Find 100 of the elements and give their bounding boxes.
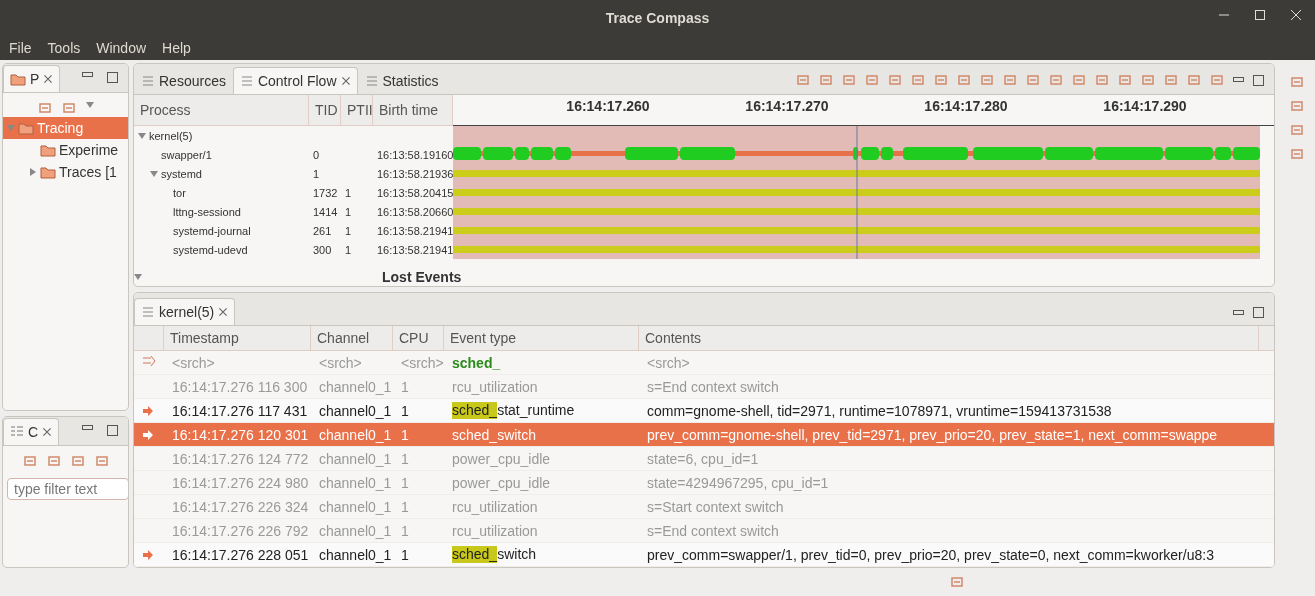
- column-header[interactable]: Contents: [639, 326, 1259, 350]
- menu-item[interactable]: Help: [162, 39, 191, 56]
- birth-time-cell-text: 16:13:58.20415: [376, 186, 453, 199]
- table-cell-text: channel0_1: [318, 522, 393, 539]
- process-name: systemd: [134, 167, 309, 180]
- process-name: systemd-udevd: [172, 243, 249, 256]
- folder-icon: [10, 72, 26, 86]
- table-cell-text: 16:14:17.276 224 980: [171, 474, 310, 491]
- table-cell-text: comm=gnome-shell, tid=2971, runtime=1078971, vruntime=159413731538: [646, 402, 1113, 419]
- ptid-cell-text: 1: [344, 205, 353, 218]
- ptid-cell-text: 1: [344, 224, 353, 237]
- minimize-icon[interactable]: [1233, 309, 1244, 316]
- minimize-icon[interactable]: [82, 72, 93, 78]
- table-cell-text: 1: [400, 378, 410, 395]
- time-tick-label: 16:14:17.280: [924, 98, 1008, 114]
- process-name: systemd-journal: [172, 224, 252, 237]
- table-cell-text: 16:14:17.276 226 324: [171, 498, 310, 515]
- column-header[interactable]: Timestamp: [164, 326, 311, 350]
- expanded-icon[interactable]: [150, 169, 158, 178]
- minimize-icon[interactable]: [82, 425, 93, 431]
- maximize-icon[interactable]: [107, 72, 118, 83]
- column-header[interactable]: Process: [134, 95, 309, 125]
- minimize-icon[interactable]: [1233, 77, 1244, 83]
- view-tab[interactable]: Statistics: [357, 67, 446, 94]
- birth-time-cell-text: 16:13:58.21941: [376, 243, 453, 256]
- tid-cell-text: 261: [312, 224, 333, 237]
- table-cell-text: 1: [400, 546, 410, 563]
- time-tick-label: 16:14:17.290: [1103, 98, 1187, 114]
- column-header[interactable]: Channel: [311, 326, 393, 350]
- view-tab[interactable]: Resources: [134, 67, 233, 94]
- tree-item[interactable]: Experime: [3, 139, 128, 161]
- expanded-icon[interactable]: [138, 131, 146, 140]
- table-cell-text: 1: [400, 450, 410, 467]
- table-cell-text: 1: [400, 498, 410, 515]
- search-row-icon: [142, 354, 156, 368]
- column-header[interactable]: TID: [309, 95, 341, 125]
- table-cell-text: power_cpu_idle: [451, 474, 552, 491]
- birth-time-cell-text: 16:13:58.20660: [376, 205, 453, 218]
- close-icon[interactable]: [1291, 10, 1301, 20]
- table-cell-text: rcu_utilization: [451, 498, 539, 515]
- birth-time-cell-text: 16:13:58.21936: [376, 167, 453, 180]
- column-header[interactable]: PTII: [341, 95, 373, 125]
- view-tab[interactable]: C: [3, 418, 60, 445]
- process-name: tor: [172, 186, 187, 199]
- table-cell-text: channel0_1: [318, 474, 393, 491]
- lost-events-label: Lost Events: [382, 269, 462, 285]
- arrow-icon: [142, 405, 154, 416]
- time-tick-label: 16:14:17.260: [566, 98, 650, 114]
- table-cell-text: s=End context switch: [646, 378, 780, 395]
- search-field[interactable]: sched_: [444, 354, 639, 371]
- ptid-cell-text: 1: [344, 186, 353, 199]
- table-cell-text: 1: [400, 402, 410, 419]
- collapsed-icon[interactable]: [29, 168, 37, 176]
- view-tab[interactable]: kernel(5): [134, 298, 236, 325]
- table-cell-text: s=End context switch: [646, 522, 780, 539]
- menu-item[interactable]: Tools: [47, 39, 81, 56]
- folder-icon: [40, 165, 56, 179]
- table-cell-text: 1: [400, 522, 410, 539]
- arrow-icon: [142, 549, 154, 560]
- expanded-icon[interactable]: [134, 273, 142, 281]
- column-header[interactable]: CPU: [393, 326, 444, 350]
- maximize-icon[interactable]: [107, 425, 118, 436]
- tid-cell-text: 1: [312, 167, 321, 180]
- column-header[interactable]: Birth time: [373, 95, 453, 125]
- menu-item[interactable]: Window: [96, 39, 147, 56]
- maximize-icon[interactable]: [1253, 307, 1264, 318]
- maximize-icon[interactable]: [1253, 74, 1264, 86]
- view-tab[interactable]: Control Flow: [232, 67, 358, 94]
- table-cell-text: prev_comm=gnome-shell, prev_tid=2971, prev_prio=20, prev_state=1, next_comm=swappe: [646, 426, 1219, 443]
- table-cell-text: 16:14:17.276 124 772: [171, 450, 310, 467]
- table-cell-text: state=4294967295, cpu_id=1: [646, 474, 830, 491]
- process-name: lttng-sessiond: [172, 205, 242, 218]
- table-cell-text: s=Start context switch: [646, 498, 785, 515]
- table-cell-text: power_cpu_idle: [451, 450, 552, 467]
- close-icon: [340, 76, 351, 86]
- filter-field[interactable]: type filter text: [7, 478, 128, 500]
- table-cell-text: 16:14:17.276 120 301: [171, 426, 310, 443]
- arrow-icon: [142, 429, 154, 440]
- menu-item[interactable]: File: [9, 39, 32, 56]
- close-icon: [218, 307, 229, 317]
- tid-cell-text: 1732: [312, 186, 339, 199]
- table-cell-text: channel0_1: [318, 378, 393, 395]
- view-tab[interactable]: P: [3, 65, 61, 92]
- table-cell-text: 16:14:17.276 226 792: [171, 522, 310, 539]
- process-name: swapper/1: [160, 148, 213, 161]
- window-title: Trace Compass: [605, 9, 710, 26]
- table-cell-text: rcu_utilization: [451, 378, 539, 395]
- close-icon: [42, 427, 53, 437]
- table-cell-text: 16:14:17.276 228 051: [171, 546, 310, 563]
- column-header[interactable]: Event type: [444, 326, 639, 350]
- birth-time-cell-text: 16:13:58.19160: [376, 148, 453, 161]
- table-cell-text: 1: [400, 426, 410, 443]
- process-name: kernel(5): [134, 129, 309, 142]
- table-cell-text: channel0_1: [318, 498, 393, 515]
- table-cell-text: channel0_1: [318, 450, 393, 467]
- expanded-icon[interactable]: [85, 101, 94, 109]
- table-cell-text: state=6, cpu_id=1: [646, 450, 760, 467]
- tree-item[interactable]: Traces [1: [3, 161, 128, 183]
- table-cell-text: 16:14:17.276 117 431: [171, 402, 309, 419]
- table-cell-text: channel0_1: [318, 402, 393, 419]
